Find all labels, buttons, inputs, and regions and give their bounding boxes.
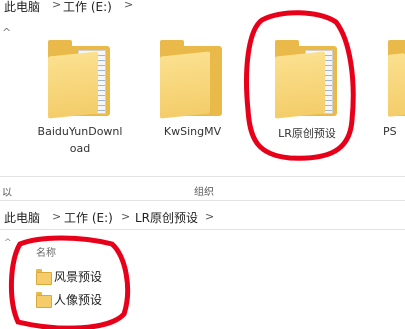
divider [0,229,405,230]
breadcrumb-separator[interactable]: > [52,210,61,223]
folder-label-lr-presets[interactable]: LR原创预设 [262,125,352,141]
breadcrumb-this-pc[interactable]: 此电脑 [4,0,40,15]
ribbon-group-fragment: 以 [2,188,12,199]
top-address-bar[interactable]: 此电脑 > 工作 (E:) > [0,0,405,16]
folder-icon [36,269,52,285]
folder-icon [36,292,52,308]
breadcrumb-separator[interactable]: > [121,210,130,223]
divider [0,200,405,201]
nav-pane-expand-icon[interactable]: ^ [2,26,11,39]
divider [0,176,405,177]
breadcrumb-drive-e[interactable]: 工作 (E:) [63,0,112,15]
breadcrumb-drive-e[interactable]: 工作 (E:) [64,209,113,226]
bottom-address-bar[interactable]: 此电脑 > 工作 (E:) > LR原创预设 > [0,205,405,227]
file-name[interactable]: 人像预设 [54,291,102,308]
breadcrumb-separator[interactable]: > [124,0,133,11]
ribbon-group-organize-label: 组织 [194,187,214,198]
breadcrumb-lr-presets[interactable]: LR原创预设 [135,209,198,226]
column-header-name[interactable]: 名称 [36,244,56,259]
breadcrumb-separator[interactable]: > [205,210,214,223]
folder-label-baiduyundownload[interactable]: BaiduYunDownl oad [30,125,130,155]
file-name[interactable]: 风景预设 [54,268,102,285]
list-item[interactable]: 风景预设 [30,268,140,286]
folder-label-kwsingmv[interactable]: KwSingMV [145,125,240,138]
nav-pane-expand-icon[interactable]: ^ [4,238,12,248]
breadcrumb-separator[interactable]: > [52,0,61,11]
breadcrumb-this-pc[interactable]: 此电脑 [4,209,40,226]
folder-label-ps[interactable]: PS [383,125,405,138]
list-item[interactable]: 人像预设 [30,291,140,309]
